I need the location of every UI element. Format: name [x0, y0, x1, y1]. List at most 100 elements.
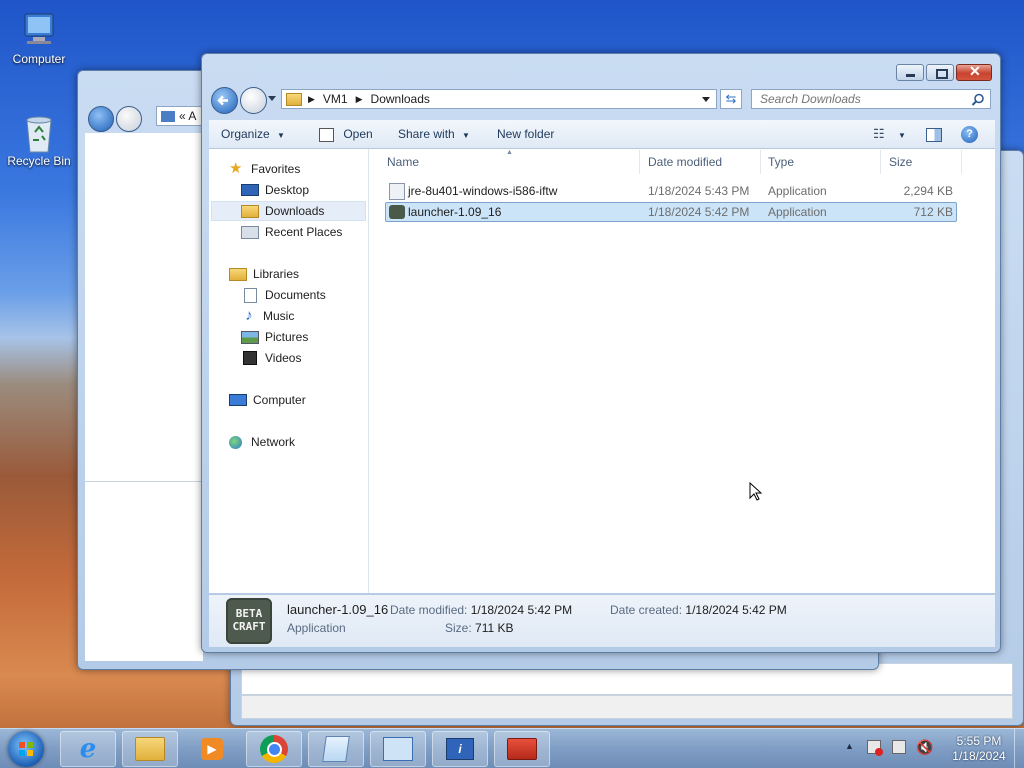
new-folder-button[interactable]: New folder	[497, 120, 554, 148]
search-box[interactable]	[751, 89, 991, 109]
column-header-size[interactable]: Size	[882, 150, 962, 174]
organize-button[interactable]: Organize ▼	[221, 120, 285, 148]
show-desktop-button[interactable]	[1014, 729, 1024, 768]
thumbnail-text: BETA	[235, 607, 263, 620]
label: Size:	[445, 621, 472, 635]
minimize-button[interactable]	[896, 64, 924, 81]
recent-pages-dropdown[interactable]	[268, 96, 276, 101]
taskbar-internet-explorer[interactable]: e	[60, 731, 116, 767]
details-date-created: Date created: 1/18/2024 5:42 PM	[610, 603, 787, 617]
mouse-cursor-icon	[749, 482, 763, 501]
recent-places-icon	[241, 225, 259, 239]
back-window-address-bar[interactable]: « A	[156, 106, 206, 126]
taskbar-toolbox[interactable]	[494, 731, 550, 767]
nav-network[interactable]: Network	[229, 432, 295, 452]
taskbar-system-info[interactable]: i	[432, 731, 488, 767]
preview-pane-icon	[926, 127, 942, 142]
file-type: Application	[768, 205, 827, 219]
column-header-name[interactable]: Name	[369, 150, 640, 174]
betacraft-thumbnail: BETA CRAFT	[226, 598, 272, 644]
chrome-icon	[260, 735, 288, 763]
desktop-icon-label: Recycle Bin	[7, 154, 71, 168]
taskbar-control-panel[interactable]	[370, 731, 426, 767]
column-header-date-modified[interactable]: Date modified	[641, 150, 761, 174]
details-file-name: launcher-1.09_16	[287, 602, 389, 617]
desktop-icon	[241, 184, 259, 196]
close-button[interactable]: ✕	[956, 63, 992, 81]
nav-documents[interactable]: Documents	[241, 285, 326, 305]
libraries-icon	[229, 267, 247, 281]
organize-label: Organize	[221, 127, 270, 141]
network-status-icon[interactable]	[892, 740, 906, 754]
action-center-icon[interactable]	[867, 740, 883, 756]
back-window-forward-button[interactable]	[116, 106, 142, 132]
details-pane: BETA CRAFT launcher-1.09_16 Application …	[209, 594, 995, 647]
nav-label: Pictures	[265, 330, 309, 344]
taskbar-media-player[interactable]: ▶	[184, 731, 240, 767]
breadcrumb-vm1[interactable]: VM1	[323, 92, 348, 106]
taskbar-file-explorer[interactable]	[122, 731, 178, 767]
show-hidden-icons-button[interactable]: ▲	[845, 741, 854, 751]
value: 1/18/2024 5:42 PM	[470, 603, 573, 617]
help-icon: ?	[961, 126, 978, 144]
column-label: Size	[889, 155, 913, 169]
nav-favorites[interactable]: ★ Favorites	[229, 159, 300, 179]
details-date-modified: Date modified: 1/18/2024 5:42 PM	[390, 603, 572, 617]
help-button[interactable]: ?	[961, 120, 978, 148]
chevron-down-icon: ▼	[277, 131, 285, 140]
file-explorer-icon	[135, 737, 165, 761]
downloads-folder-icon	[241, 204, 259, 218]
nav-label: Network	[251, 435, 296, 449]
change-view-button[interactable]: ☷ ▼	[873, 120, 906, 148]
value: 1/18/2024 5:42 PM	[685, 603, 787, 617]
chevron-right-icon: ▶	[308, 93, 315, 104]
desktop-icon-computer[interactable]: Computer	[4, 10, 74, 66]
back-window-address-text: « A	[179, 109, 197, 123]
start-orb-icon	[19, 742, 33, 756]
breadcrumb-downloads[interactable]: Downloads	[371, 92, 430, 106]
nav-videos[interactable]: Videos	[241, 348, 301, 368]
open-button[interactable]: Open	[319, 120, 373, 148]
details-size: Size: 711 KB	[445, 621, 514, 635]
back-button[interactable]	[211, 87, 238, 114]
column-label: Date modified	[648, 155, 723, 169]
nav-label: Libraries	[253, 267, 300, 281]
nav-downloads[interactable]: Downloads	[241, 201, 324, 221]
taskbar-notepad[interactable]	[308, 731, 364, 767]
volume-muted-icon[interactable]: 🔇	[916, 739, 933, 756]
maximize-button[interactable]	[926, 64, 954, 81]
nav-libraries[interactable]: Libraries	[229, 264, 299, 284]
nav-label: Desktop	[265, 183, 310, 197]
taskbar-chrome[interactable]	[246, 731, 302, 767]
nav-desktop[interactable]: Desktop	[241, 180, 309, 200]
share-with-button[interactable]: Share with ▼	[398, 120, 470, 148]
desktop-icon-recycle-bin[interactable]: Recycle Bin	[4, 112, 74, 168]
open-label: Open	[343, 127, 373, 141]
new-folder-label: New folder	[497, 127, 555, 141]
nav-computer[interactable]: Computer	[229, 390, 306, 410]
start-button[interactable]	[8, 731, 44, 767]
file-date-modified: 1/18/2024 5:43 PM	[648, 184, 750, 198]
computer-icon	[19, 10, 59, 50]
file-row-selected[interactable]: launcher-1.09_16 1/18/2024 5:42 PM Appli…	[385, 202, 957, 222]
preview-pane-button[interactable]	[926, 120, 942, 148]
search-input[interactable]	[758, 91, 972, 107]
nav-recent-places[interactable]: Recent Places	[241, 222, 342, 242]
address-bar[interactable]: ▶ VM1 ▶ Downloads	[281, 89, 717, 109]
toolbox-icon	[507, 738, 537, 760]
file-row[interactable]: jre-8u401-windows-i586-iftw 1/18/2024 5:…	[385, 181, 957, 201]
forward-button[interactable]	[240, 87, 267, 114]
media-player-icon: ▶	[201, 738, 223, 760]
column-header-type[interactable]: Type	[762, 150, 881, 174]
address-history-dropdown[interactable]	[702, 97, 710, 102]
column-label: Type	[768, 155, 795, 169]
open-app-icon	[319, 127, 334, 142]
nav-music[interactable]: ♪ Music	[241, 306, 294, 326]
refresh-button[interactable]: ⇆	[720, 89, 742, 109]
chevron-down-icon: ▼	[898, 131, 906, 140]
nav-pictures[interactable]: Pictures	[241, 327, 308, 347]
back-window-back-button[interactable]	[88, 106, 114, 132]
clock[interactable]: 5:55 PM 1/18/2024	[944, 734, 1014, 764]
computer-icon	[229, 394, 247, 406]
file-date-modified: 1/18/2024 5:42 PM	[648, 205, 750, 219]
